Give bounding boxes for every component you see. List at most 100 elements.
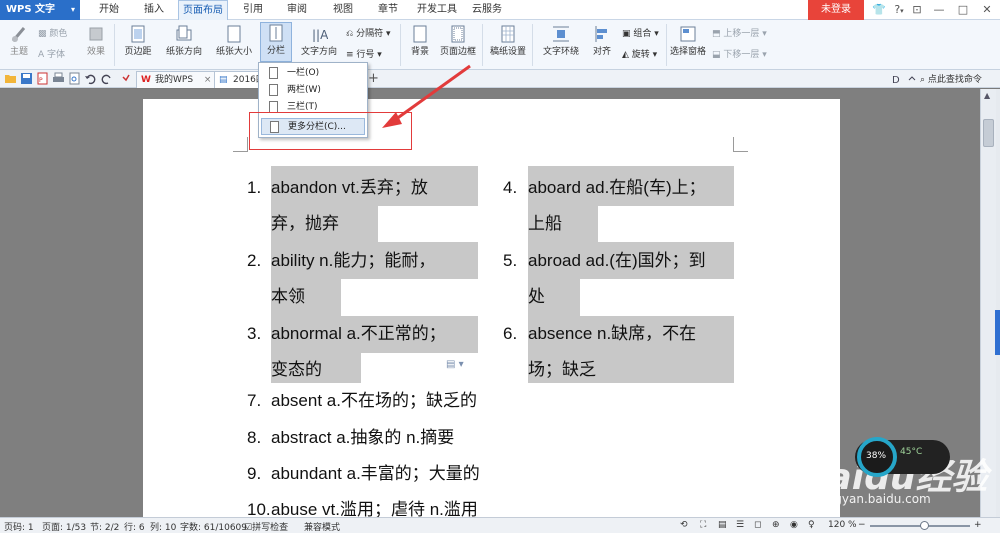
save-icon[interactable] <box>20 72 33 85</box>
list-number: 9. <box>247 464 262 483</box>
new-tab-button[interactable]: + <box>368 71 379 86</box>
line-numbers-button[interactable]: ≡ 行号 ▾ <box>346 47 382 60</box>
page-view-icon[interactable]: ▤ <box>718 520 727 530</box>
orientation-button[interactable]: 纸张方向 <box>160 24 208 57</box>
eye-protect-icon[interactable]: ◉ <box>790 520 798 530</box>
undo-icon[interactable] <box>84 72 97 85</box>
tab-developer[interactable]: 开发工具 <box>412 0 462 20</box>
list-number: 1. <box>247 178 262 197</box>
fonts-button[interactable]: A 字体 <box>38 47 65 60</box>
status-compat-mode: 兼容模式 <box>304 523 341 533</box>
text-wrap-button[interactable]: 文字环绕 <box>538 24 584 57</box>
rotate-button[interactable]: ◭ 旋转 ▾ <box>622 47 657 60</box>
fullscreen-icon[interactable]: ⛶ <box>700 520 706 530</box>
command-search[interactable]: ⌕ 点此查找命令 <box>920 72 982 85</box>
tab-cloud[interactable]: 云服务 <box>468 0 506 20</box>
list-item-text: abandon vt.丢弃；放 <box>271 178 428 197</box>
align-icon <box>595 26 607 42</box>
outline-view-icon[interactable]: ☰ <box>736 520 744 530</box>
cpu-temperature: 45°C <box>900 447 923 457</box>
list-item-text: 上船 <box>528 214 562 233</box>
maximize-icon[interactable]: □ <box>952 0 974 20</box>
minimize-icon[interactable]: — <box>928 0 950 20</box>
page-border-button[interactable]: 页面边框 <box>438 24 478 57</box>
customize-arrow-icon[interactable] <box>120 72 133 85</box>
tab-insert[interactable]: 插入 <box>135 0 173 20</box>
tshirt-icon[interactable]: 👕 <box>868 0 890 20</box>
two-columns-option[interactable]: 两栏(W) <box>261 82 365 99</box>
close-icon[interactable]: ✕ <box>976 0 998 20</box>
list-number: 6. <box>503 324 518 343</box>
effects-button[interactable]: 效果 <box>82 24 110 57</box>
page-icon <box>269 67 278 79</box>
text-direction-button[interactable]: ||A 文字方向 <box>296 24 342 57</box>
app-title: WPS 文字 <box>6 4 56 15</box>
tab-review[interactable]: 审阅 <box>280 0 314 20</box>
one-column-option[interactable]: 一栏(O) <box>261 65 365 82</box>
tab-chapter[interactable]: 章节 <box>371 0 405 20</box>
quick-access-toolbar: P W 我的WPS × ▤ 2016四 + D <box>0 70 1000 88</box>
list-number: 10. <box>247 500 271 517</box>
list-item-text: 本领 <box>271 287 305 306</box>
tab-home[interactable]: 开始 <box>90 0 128 20</box>
margins-button[interactable]: 页边距 <box>118 24 158 57</box>
tips-icon[interactable]: ♀ <box>808 520 815 530</box>
group-button[interactable]: ▣ 组合 ▾ <box>622 26 659 39</box>
app-menu-button[interactable]: WPS 文字 ▾ <box>0 0 80 20</box>
document-page[interactable]: 1. abandon vt.丢弃；放 弃，抛弃 2. ability n.能力；… <box>143 99 840 517</box>
page-size-button[interactable]: 纸张大小 <box>210 24 258 57</box>
scroll-up-icon[interactable]: ▲ <box>984 91 990 100</box>
restore-icon[interactable]: ⊡ <box>906 0 928 20</box>
group-icon: ▣ <box>622 29 634 39</box>
close-tab-icon[interactable]: × <box>204 75 212 85</box>
status-row: 行: 6 <box>124 523 145 533</box>
send-backward-button[interactable]: ⬓ 下移一层 ▾ <box>712 47 767 60</box>
paste-options-icon[interactable]: ▤ ▾ <box>446 359 464 370</box>
list-item-text: abroad ad.(在)国外；到 <box>528 251 706 270</box>
print-icon[interactable] <box>52 72 65 85</box>
zoom-out-button[interactable]: − <box>858 520 866 530</box>
open-folder-icon[interactable] <box>4 72 17 85</box>
chevron-down-icon: ▾ <box>70 5 75 14</box>
list-item-text: abnormal a.不正常的； <box>271 324 446 343</box>
spell-check-button[interactable]: ☑拼写检查 <box>244 520 288 533</box>
web-view-icon[interactable]: ◻ <box>754 520 761 530</box>
colors-button[interactable]: ▩ 颜色 <box>38 26 67 39</box>
align-button[interactable]: 对齐 <box>586 24 618 57</box>
manuscript-settings-button[interactable]: 稿纸设置 <box>487 24 529 57</box>
bring-forward-button[interactable]: ⬒ 上移一层 ▾ <box>712 26 767 39</box>
tab-view[interactable]: 视图 <box>326 0 360 20</box>
text-wrap-icon <box>553 26 569 42</box>
collapse-ribbon-icon[interactable] <box>906 72 919 85</box>
focus-mode-icon[interactable]: ⟲ <box>680 520 688 530</box>
zoom-slider-thumb[interactable] <box>920 521 929 530</box>
tab-references[interactable]: 引用 <box>236 0 270 20</box>
scroll-thumb[interactable] <box>983 119 994 147</box>
theme-button[interactable]: 主题 <box>6 24 32 57</box>
svg-text:||A: ||A <box>312 28 328 42</box>
selection-pane-button[interactable]: 选择窗格 <box>668 24 708 57</box>
print-preview-icon[interactable] <box>68 72 81 85</box>
zoom-in-button[interactable]: + <box>974 520 982 530</box>
effects-icon <box>89 27 103 41</box>
bookmark-icon[interactable]: D <box>890 72 903 85</box>
document-icon: ▤ <box>219 75 228 85</box>
text-direction-icon: ||A <box>312 28 328 42</box>
background-button[interactable]: 背景 <box>404 24 436 57</box>
zoom-level[interactable]: 120 % <box>828 520 857 530</box>
columns-button[interactable]: 分栏 <box>260 22 292 62</box>
export-pdf-icon[interactable]: P <box>36 72 49 85</box>
login-button[interactable]: 未登录 <box>808 0 864 20</box>
crop-mark <box>233 151 248 152</box>
side-panel-toggle[interactable] <box>995 310 1000 355</box>
status-word-count[interactable]: 字数: 61/10609 <box>180 520 247 533</box>
font-icon: A <box>38 50 48 60</box>
redo-icon[interactable] <box>100 72 113 85</box>
list-number: 4. <box>503 178 518 197</box>
reading-view-icon[interactable]: ⊕ <box>772 520 780 530</box>
spell-check-icon: ☑ <box>244 523 253 533</box>
ribbon-divider <box>114 24 115 66</box>
tab-page-layout[interactable]: 页面布局 <box>178 0 228 20</box>
tab-my-wps[interactable]: W 我的WPS × <box>136 71 219 88</box>
breaks-button[interactable]: ⎌ 分隔符 ▾ <box>346 26 390 39</box>
